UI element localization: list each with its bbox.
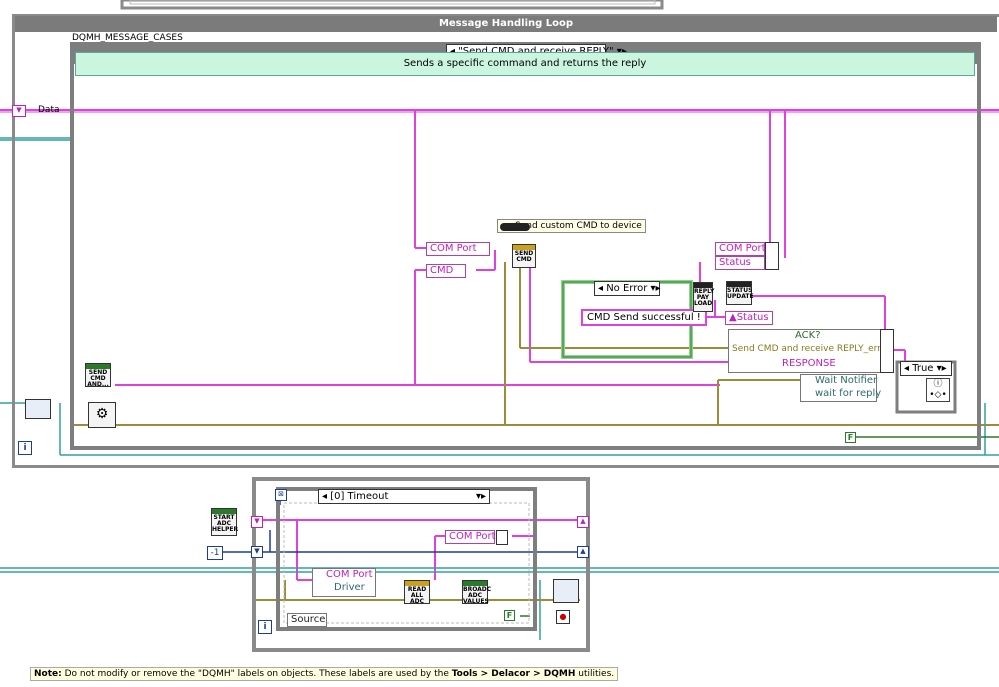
no-error-case-selector[interactable]: ◂ No Error ▾▸ [594, 281, 661, 296]
timeout-case-selector[interactable]: ◂ [0] Timeout ▾▸ [318, 489, 490, 504]
wait-for-reply-label: wait for reply [815, 388, 882, 399]
start-adc-helper-vi[interactable]: START ADC HELPER [211, 508, 238, 536]
com-port-bundle-helper[interactable]: COM Port [445, 530, 495, 544]
stop-shift-icon: ⊠ [275, 489, 287, 501]
driver-field: Driver [334, 582, 365, 593]
redacted-mark [500, 223, 530, 231]
ack-field: ACK? [795, 330, 821, 341]
ack-bundle-terminal[interactable] [880, 329, 894, 373]
data-shift-register-left[interactable]: ▼ [12, 105, 26, 117]
wait-notifier-label: Wait Notifier [815, 375, 878, 386]
com-port-bundle[interactable]: COM Port [715, 242, 765, 256]
response-field: RESPONSE [782, 358, 836, 369]
error-raise-icon: ⓘ •◇• [926, 378, 950, 402]
status-local-variable[interactable]: ▲Status [725, 311, 773, 325]
message-handling-loop-title: Message Handling Loop [15, 16, 997, 32]
stop-button-icon[interactable]: ● [556, 610, 570, 624]
dequeue-message-node[interactable] [25, 399, 51, 419]
send-custom-cmd-label: Send custom CMD to device [497, 219, 646, 233]
numeric-constant-minus-one[interactable]: -1 [207, 546, 223, 560]
variant-to-data-gear-icon[interactable]: ⚙ [88, 402, 116, 428]
true-case-selector[interactable]: ◂ True ▾▸ [900, 361, 952, 376]
release-queue-node[interactable] [553, 579, 579, 603]
data-shift-helper-left[interactable]: ▼ [251, 516, 263, 528]
false-constant-2[interactable]: F [504, 610, 515, 621]
source-label: Source [287, 613, 327, 627]
send-cmd-vi[interactable]: SEND CMD [512, 244, 536, 268]
cmd-unbundle[interactable]: CMD [426, 264, 466, 278]
status-local-glyph: ▲ [729, 312, 737, 323]
data-shift-helper-right[interactable]: ▲ [577, 516, 589, 528]
status-bundle[interactable]: Status [715, 256, 765, 270]
case-comment: Sends a specific command and returns the… [75, 52, 975, 76]
com-port-bundle-helper-terminal[interactable] [496, 530, 508, 545]
read-all-adc-vi[interactable]: READ ALL ADC [404, 580, 430, 605]
timeout-shift-right[interactable]: ▲ [577, 546, 589, 558]
broadcast-adc-values-vi[interactable]: BROADC ADC VALUES [462, 580, 491, 605]
send-cmd-error-field: Send CMD and receive REPLY_error [732, 344, 890, 354]
send-cmd-request-vi[interactable]: SEND CMD AND... [85, 363, 111, 388]
iteration-terminal-2: i [258, 620, 272, 634]
false-constant-1[interactable]: F [845, 432, 856, 443]
com-port-unbundle[interactable]: COM Port [426, 242, 490, 256]
com-port-field: COM Port [326, 569, 373, 580]
cmd-send-successful-string[interactable]: CMD Send successful ! [581, 309, 707, 326]
timeout-shift-left[interactable]: ▼ [251, 546, 263, 558]
dqmh-note: Note: Do not modify or remove the "DQMH"… [30, 667, 619, 681]
data-label: Data [38, 105, 60, 115]
bundle-node[interactable] [765, 242, 779, 270]
reply-payload-vi[interactable]: REPLY PAY LOAD [693, 282, 714, 312]
iteration-terminal-1: i [18, 441, 32, 455]
status-update-vi[interactable]: STATUS UPDATE [726, 281, 754, 305]
